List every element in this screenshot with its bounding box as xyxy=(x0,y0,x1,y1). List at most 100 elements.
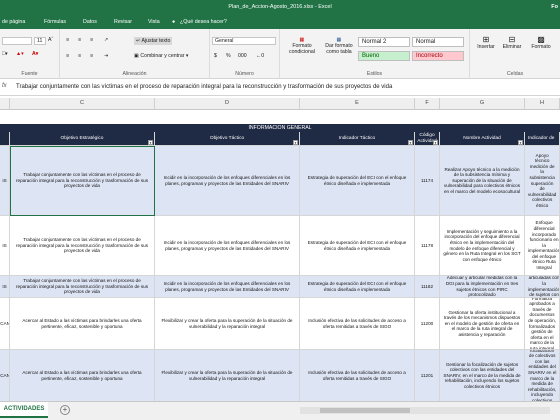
table-cell-objetivo[interactable]: Trabajar conjuntamente con las víctimas … xyxy=(10,276,155,298)
tab-review[interactable]: Revisar xyxy=(114,19,132,25)
merge-center-button[interactable]: ▣ Combinar y centrar ▾ xyxy=(134,53,189,59)
tell-me-box[interactable]: ¿Qué desea hacer? xyxy=(180,19,227,25)
filter-dropdown-icon[interactable]: ▾ xyxy=(433,140,438,145)
align-center-icon[interactable]: ≡ xyxy=(78,53,81,59)
table-cell-codigo[interactable]: 11178 xyxy=(415,216,440,276)
table-cell-objetivo[interactable]: Acercar al Estado a las víctimas para br… xyxy=(10,350,155,401)
table-cell-nombre[interactable]: Gestionar la oferta institucional a trav… xyxy=(440,298,525,350)
table-cell-nombre[interactable]: Implementación y seguimiento a la incorp… xyxy=(440,216,525,276)
wrap-text-label: Ajustar texto xyxy=(141,38,171,44)
filter-dropdown-icon[interactable]: ▾ xyxy=(293,140,298,145)
border-icon[interactable]: □▾ xyxy=(2,51,8,57)
table-cell[interactable]: ICAN xyxy=(0,350,10,401)
format-table-button[interactable]: ▦ Dar formato como tabla xyxy=(322,37,356,55)
table-cell-indicador[interactable]: Estrategia de superación del ECI con el … xyxy=(300,276,415,298)
title-bar: Plan_de_Accion-Agosto_2016.xlsx - Excel … xyxy=(0,0,560,15)
fill-color-icon[interactable]: ▲▾ xyxy=(16,51,24,57)
wrap-text-button[interactable]: ↵ Ajustar texto xyxy=(134,37,173,45)
table-cell-tactico[interactable]: Flexibilizar y crear la oferta para la s… xyxy=(155,298,300,350)
font-name-select[interactable] xyxy=(2,37,32,45)
account-label[interactable]: Fo xyxy=(551,4,558,10)
formula-input[interactable]: Trabajar conjuntamente con las víctimas … xyxy=(16,84,392,90)
column-header-e[interactable]: E xyxy=(300,98,415,110)
table-cell-codigo[interactable]: 11182 xyxy=(415,276,440,298)
table-cell-objetivo[interactable]: Acercar al Estado a las víctimas para br… xyxy=(10,298,155,350)
header-indicador[interactable]: Indicador de xyxy=(525,132,560,146)
horizontal-scrollbar[interactable] xyxy=(300,407,550,414)
table-cell[interactable]: ICAN xyxy=(0,298,10,350)
filter-dropdown-icon[interactable]: ▾ xyxy=(518,140,523,145)
column-header-f[interactable]: F xyxy=(415,98,440,110)
style-normal[interactable]: Normal xyxy=(412,37,464,47)
table-cell-indicador[interactable]: Estrategia de superación del ECI con el … xyxy=(300,146,415,216)
column-header-c[interactable]: C xyxy=(10,98,155,110)
style-bueno[interactable]: Bueno xyxy=(358,51,410,61)
table-cell-ind[interactable]: Apoyo técnico medición de la subsistenci… xyxy=(525,146,560,216)
percent-button[interactable]: % xyxy=(226,53,231,59)
filter-dropdown-icon[interactable]: ▾ xyxy=(408,140,413,145)
filter-dropdown-icon[interactable]: ▾ xyxy=(148,140,153,145)
table-cell-tactico[interactable]: Flexibilizar y crear la oferta para la s… xyxy=(155,350,300,401)
table-cell-tactico[interactable]: Incidir en la incorporación de los enfoq… xyxy=(155,216,300,276)
table-cell-ind[interactable]: Enfoque diferencial incorporado funciona… xyxy=(525,216,560,276)
table-cell-objetivo[interactable]: Trabajar conjuntamente con las víctimas … xyxy=(10,146,155,216)
style-normal2[interactable]: Normal 2 xyxy=(358,37,410,47)
table-cell[interactable]: IS xyxy=(0,216,10,276)
select-all-corner[interactable] xyxy=(0,98,10,110)
table-cell-codigo[interactable]: 11201 xyxy=(415,350,440,401)
table-cell-objetivo[interactable]: Trabajar conjuntamente con las víctimas … xyxy=(10,216,155,276)
table-cell-ind[interactable]: Gestionar la focalización de colectivos … xyxy=(525,350,560,401)
table-cell-ind[interactable]: Formaliza aprobados a través de document… xyxy=(525,298,560,350)
formula-bar: fx Trabajar conjuntamente con las víctim… xyxy=(0,80,560,96)
table-cell-tactico[interactable]: Incidir en la incorporación de los enfoq… xyxy=(155,146,300,216)
font-color-icon[interactable]: A▾ xyxy=(32,51,38,57)
tab-data[interactable]: Datos xyxy=(83,19,97,25)
table-cell-codigo[interactable]: 11200 xyxy=(415,298,440,350)
orientation-icon[interactable]: ↗ xyxy=(104,37,108,43)
column-header-d[interactable]: D xyxy=(155,98,300,110)
top-align-icon[interactable]: ≡ xyxy=(66,37,69,43)
table-cell-indicador[interactable]: Inclusión efectiva de las solicitudes de… xyxy=(300,298,415,350)
sheet-tab-actividades[interactable]: ACTIVIDADES xyxy=(0,402,48,418)
font-size-select[interactable]: 11 xyxy=(34,37,46,45)
thousands-button[interactable]: 000 xyxy=(238,53,247,59)
indent-icon[interactable]: ⇥ xyxy=(104,53,108,59)
table-cell-nombre[interactable]: Gestionar la focalización de sujetos col… xyxy=(440,350,525,401)
delete-button[interactable]: ⊟ Eliminar xyxy=(500,35,524,50)
currency-button[interactable]: $ xyxy=(214,53,217,59)
align-right-icon[interactable]: ≡ xyxy=(90,53,93,59)
table-cell-indicador[interactable]: Estrategia de superación del ECI con el … xyxy=(300,216,415,276)
decimal-icon[interactable]: ←0 xyxy=(256,53,264,59)
middle-align-icon[interactable]: ≡ xyxy=(78,37,81,43)
add-sheet-icon[interactable]: + xyxy=(60,405,70,415)
grow-font-icon[interactable]: Aˆ xyxy=(48,37,53,43)
table-cell-nombre[interactable]: Adecuar y articular medidas con la DGI p… xyxy=(440,276,525,298)
table-cell[interactable]: IS xyxy=(0,276,10,298)
tab-view[interactable]: Vista xyxy=(148,19,160,25)
format-button[interactable]: ▩ Formato xyxy=(528,35,554,50)
style-incorrecto[interactable]: Incorrecto xyxy=(412,51,464,61)
number-format-select[interactable]: General xyxy=(212,37,276,45)
worksheet-grid[interactable]: INFORMACION GENERAL Objetivo Estratégico… xyxy=(0,110,560,401)
insert-button[interactable]: ⊞ Insertar xyxy=(474,35,498,50)
header-indicador-tactico[interactable]: Indicador Táctico xyxy=(300,132,415,146)
table-cell[interactable]: IS xyxy=(0,146,10,216)
fx-icon[interactable]: fx xyxy=(2,83,7,89)
header-objetivo-estrategico[interactable]: Objetivo Estratégico xyxy=(10,132,155,146)
tab-page-layout[interactable]: de página xyxy=(2,19,25,25)
scrollbar-thumb[interactable] xyxy=(320,408,410,413)
header-nombre-actividad[interactable]: Nombre Actividad xyxy=(440,132,525,146)
table-cell-indicador[interactable]: Inclusión efectiva de las solicitudes de… xyxy=(300,350,415,401)
column-header-h[interactable]: H xyxy=(525,98,560,110)
table-cell-ind[interactable]: Medidas adecuadas y articuladas con la i… xyxy=(525,276,560,298)
column-header-g[interactable]: G xyxy=(440,98,525,110)
tab-formulas[interactable]: Fórmulas xyxy=(44,19,66,25)
table-cell-nombre[interactable]: Realizar Apoyo técnico a la medición de … xyxy=(440,146,525,216)
conditional-format-button[interactable]: ▦ Formato condicional xyxy=(286,37,318,55)
number-group: General $ % 000 ←0 Número xyxy=(210,29,280,79)
table-cell-codigo[interactable]: 11174 xyxy=(415,146,440,216)
header-objetivo-tactico[interactable]: Objetivo Táctico xyxy=(155,132,300,146)
bottom-align-icon[interactable]: ≡ xyxy=(90,37,93,43)
align-left-icon[interactable]: ≡ xyxy=(66,53,69,59)
table-cell-tactico[interactable]: Incidir en la incorporación de los enfoq… xyxy=(155,276,300,298)
